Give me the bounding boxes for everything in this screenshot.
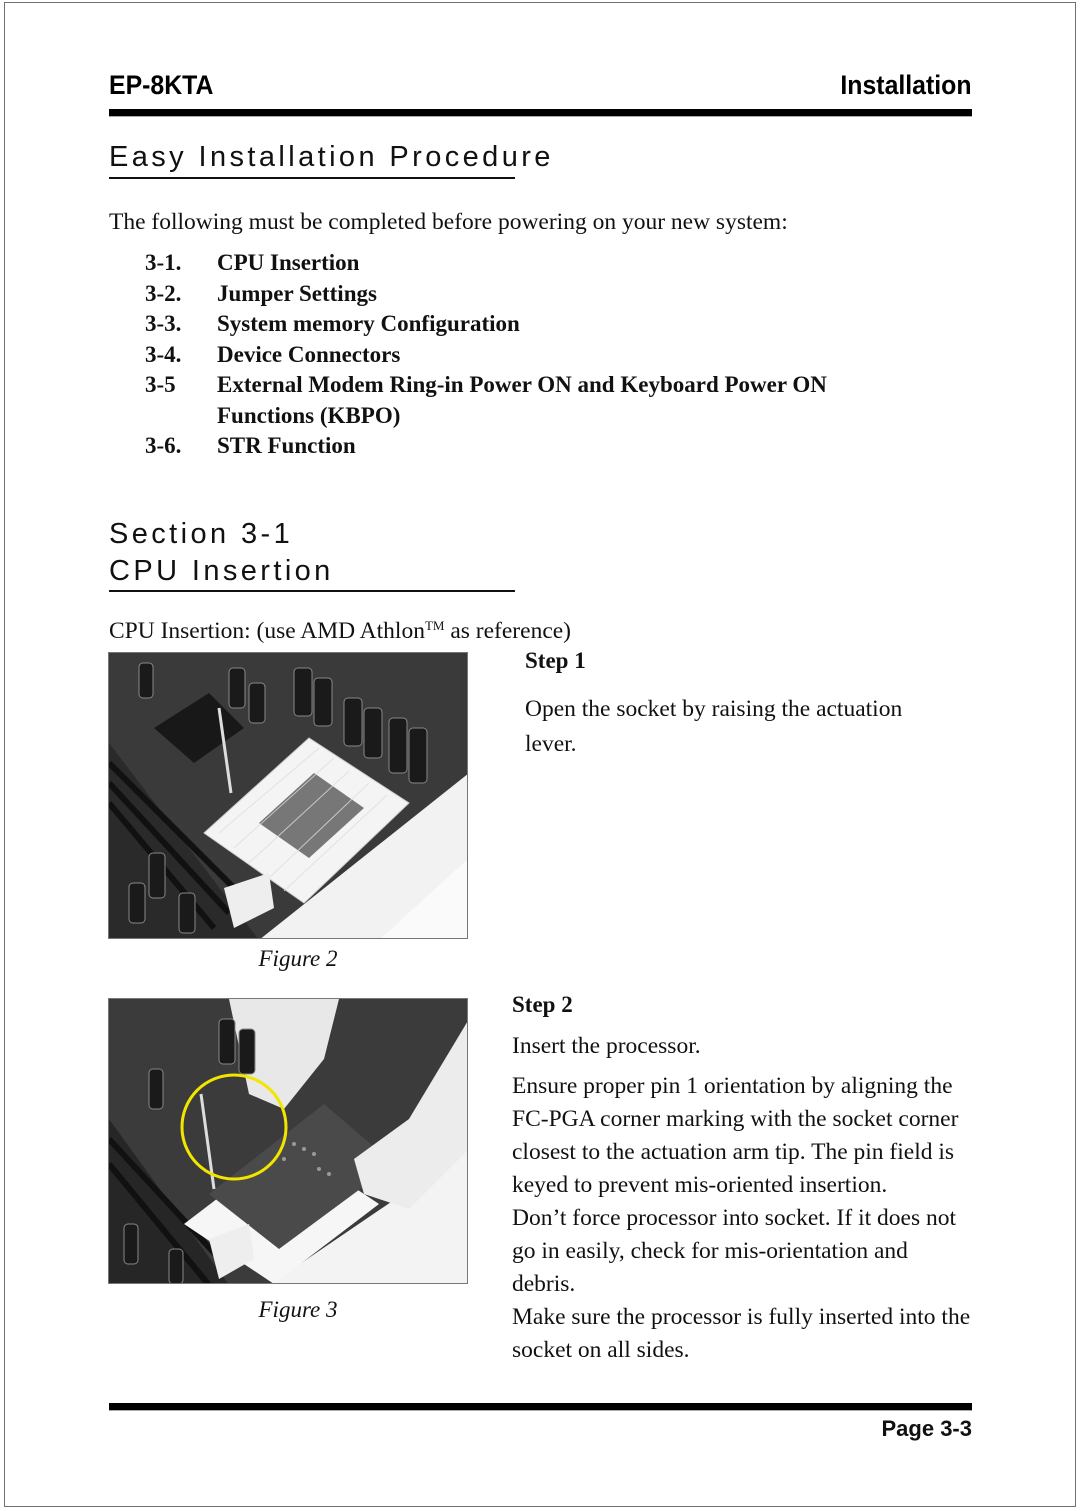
section-heading-rule: [109, 590, 515, 592]
section-number-heading: Section 3-1: [109, 518, 294, 550]
section-intro-prefix: CPU Insertion: (use AMD Athlon: [109, 618, 425, 644]
procedure-label: CPU Insertion: [217, 250, 360, 275]
procedure-number: 3-4.: [145, 341, 182, 367]
procedure-label: STR Function: [217, 433, 356, 458]
section-title-heading: CPU Insertion: [109, 555, 334, 587]
procedure-list-item: 3-6. STR Function: [145, 431, 917, 462]
procedure-list: 3-1. CPU Insertion 3-2. Jumper Settings …: [145, 248, 917, 462]
easy-install-heading-rule: [109, 177, 515, 179]
procedure-label: Device Connectors: [217, 341, 401, 367]
manual-model-title: EP-8KTA: [109, 70, 214, 100]
procedure-list-item: 3-2. Jumper Settings: [145, 279, 917, 310]
easy-install-heading: Easy Installation Procedure: [109, 141, 554, 173]
procedure-list-item: 3-5 External Modem Ring-in Power ON and …: [145, 370, 917, 431]
procedure-list-item: 3-3. System memory Configuration: [145, 309, 917, 340]
procedure-label: System memory Configuration: [217, 311, 520, 336]
easy-install-intro: The following must be completed before p…: [109, 209, 788, 235]
procedure-list-item: 3-4. Device Connectors: [145, 340, 917, 371]
section-intro-suffix: as reference): [444, 618, 571, 644]
page-number: Page 3-3: [881, 1416, 973, 1441]
procedure-number: 3-5: [145, 372, 176, 397]
procedure-number: 3-2.: [145, 280, 182, 306]
step-2-paragraph: Don’t force processor into socket. If it…: [512, 1205, 956, 1297]
processor-insertion-photo: [109, 999, 467, 1283]
trademark-mark: TM: [424, 618, 445, 633]
step-1-text: Open the socket by raising the actuation…: [525, 696, 903, 757]
motherboard-socket-open-photo: [109, 653, 467, 938]
procedure-label: Jumper Settings: [217, 280, 377, 306]
step-2-body: Insert the processor. Ensure proper pin …: [512, 1030, 974, 1367]
procedure-list-item: 3-1. CPU Insertion: [145, 248, 917, 279]
procedure-number: 3-1.: [145, 250, 182, 275]
figure-3-caption: Figure 3: [258, 1297, 338, 1322]
figure-3-image: [108, 998, 468, 1284]
section-intro: CPU Insertion: (use AMD AthlonTM as refe…: [109, 609, 571, 648]
procedure-label: External Modem Ring-in Power ON and Keyb…: [217, 372, 827, 428]
figure-2-image: [108, 652, 468, 939]
chapter-title: Installation: [840, 70, 972, 100]
step-2-title: Step 2: [512, 992, 573, 1017]
procedure-number: 3-6.: [145, 433, 182, 458]
procedure-number: 3-3.: [145, 311, 182, 336]
step-2-paragraph: Make sure the processor is fully inserte…: [512, 1304, 971, 1363]
footer-rule: [109, 1403, 972, 1410]
step-2-paragraph: Insert the processor.: [512, 1033, 701, 1059]
header-rule: [109, 109, 972, 116]
step-1-title: Step 1: [525, 648, 586, 673]
figure-2-caption: Figure 2: [258, 946, 338, 971]
step-2-paragraph: Ensure proper pin 1 orientation by align…: [512, 1073, 959, 1198]
